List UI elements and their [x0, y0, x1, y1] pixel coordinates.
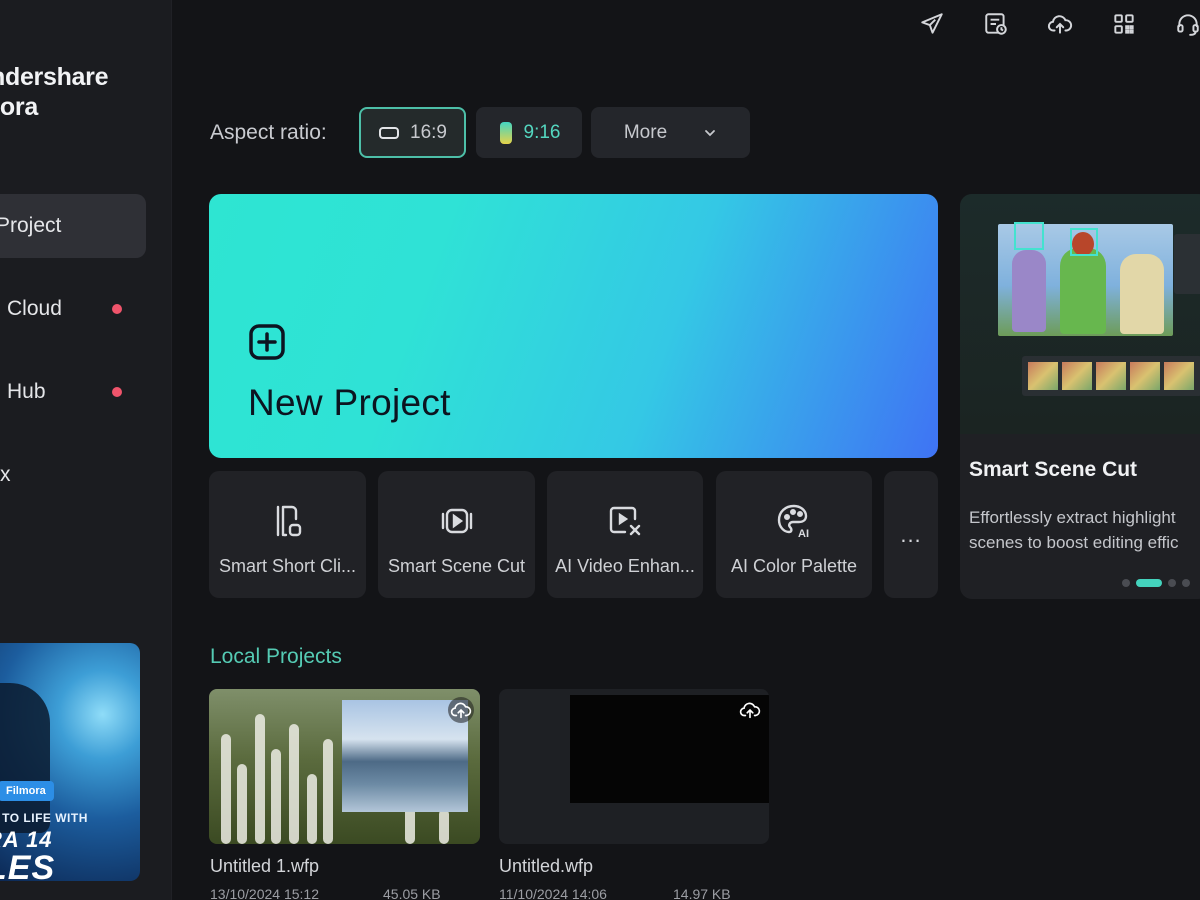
aspect-option-label: More	[623, 121, 668, 143]
local-projects-heading: Local Projects	[210, 645, 342, 668]
more-tools-button[interactable]: ...	[884, 471, 938, 598]
project-thumbnail[interactable]	[499, 689, 769, 844]
apps-grid-icon[interactable]	[1092, 8, 1156, 40]
carousel-indicator	[1122, 579, 1190, 587]
sidebar-item-label: Hub	[7, 380, 46, 403]
feature-description-line: scenes to boost editing effic	[969, 533, 1179, 552]
task-list-icon[interactable]	[964, 8, 1028, 40]
preview-side-panel	[1174, 234, 1200, 294]
sidebar-item-label: Project	[0, 214, 62, 237]
feature-title: Smart Scene Cut	[969, 458, 1138, 481]
new-project-title: New Project	[248, 382, 451, 423]
app-logo-text: ndershare mora	[0, 62, 172, 122]
feature-carousel-card[interactable]: Smart Scene Cut Effortlessly extract hig…	[960, 194, 1200, 599]
landscape-icon	[379, 126, 399, 139]
aspect-16-9-button[interactable]: 16:9	[359, 107, 466, 158]
new-project-card[interactable]: New Project	[209, 194, 938, 458]
brand-line-1: ndershare	[0, 63, 109, 91]
more-horizontal-icon: ...	[900, 521, 922, 547]
project-name[interactable]: Untitled 1.wfp	[210, 856, 319, 877]
preview-timeline-strip	[1022, 356, 1200, 396]
promo-badge: Filmora	[0, 781, 54, 801]
tool-ai-video-enhancer[interactable]: AI Video Enhan...	[547, 471, 703, 598]
project-size: 14.97 KB	[673, 886, 731, 900]
project-thumbnail[interactable]	[209, 689, 480, 844]
add-project-icon	[249, 324, 285, 360]
tool-label: Smart Short Cli...	[218, 556, 357, 576]
carousel-dot[interactable]	[1122, 579, 1130, 587]
project-date: 11/10/2024 14:06	[499, 886, 607, 900]
aspect-9-16-button[interactable]: 9:16	[476, 107, 582, 158]
portrait-icon	[499, 121, 512, 144]
notification-dot	[112, 304, 122, 314]
ai-video-enhancer-icon	[609, 506, 641, 536]
promo-headline-2: LES	[0, 849, 56, 881]
cloud-upload-icon[interactable]	[737, 697, 763, 723]
svg-text:AI: AI	[798, 528, 809, 540]
project-size: 45.05 KB	[383, 886, 441, 900]
tool-ai-color-palette[interactable]: AI AI Color Palette	[716, 471, 872, 598]
sidebar-item-label: x	[0, 463, 11, 486]
preview-video-frame	[998, 222, 1173, 336]
carousel-dot-active[interactable]	[1136, 579, 1162, 587]
project-date: 13/10/2024 15:12	[210, 886, 319, 900]
notification-dot	[112, 387, 122, 397]
tool-label: AI Video Enhan...	[555, 556, 695, 576]
feature-preview-image	[960, 194, 1200, 434]
feature-description-line: Effortlessly extract highlight	[969, 508, 1176, 527]
sidebar-item-hub[interactable]: Hub	[0, 360, 146, 424]
tool-label: AI Color Palette	[730, 556, 858, 576]
sidebar-item-label: Cloud	[7, 297, 62, 320]
ai-color-palette-icon: AI	[777, 504, 809, 540]
aspect-option-label: 16:9	[410, 121, 447, 143]
brand-line-2: mora	[0, 93, 38, 121]
aspect-more-dropdown[interactable]: More	[591, 107, 750, 158]
tool-label: Smart Scene Cut	[387, 556, 526, 576]
smart-short-clip-icon	[276, 505, 301, 537]
sidebar-item-toolbox[interactable]: x	[0, 443, 146, 507]
carousel-dot[interactable]	[1168, 579, 1176, 587]
tool-smart-scene-cut[interactable]: Smart Scene Cut	[378, 471, 535, 598]
sidebar-item-project[interactable]: Project	[0, 194, 146, 258]
headset-icon[interactable]	[1156, 8, 1200, 40]
promo-tagline: Y TO LIFE WITH	[0, 811, 88, 825]
aspect-ratio-label: Aspect ratio:	[210, 121, 327, 144]
cloud-upload-icon[interactable]	[1028, 8, 1092, 40]
sidebar-item-cloud[interactable]: Cloud	[0, 277, 146, 341]
cloud-upload-icon[interactable]	[448, 697, 474, 723]
send-icon[interactable]	[900, 8, 964, 40]
feature-description: Effortlessly extract highlight scenes to…	[969, 505, 1200, 555]
project-name[interactable]: Untitled.wfp	[499, 856, 593, 877]
promo-banner[interactable]: Filmora Y TO LIFE WITH RA 14 LES	[0, 643, 140, 881]
carousel-dot[interactable]	[1182, 579, 1190, 587]
aspect-option-label: 9:16	[523, 121, 561, 143]
smart-scene-cut-icon	[441, 508, 472, 534]
top-toolbar	[900, 8, 1200, 40]
sidebar: ndershare mora Project Cloud Hub x Filmo…	[0, 0, 172, 900]
chevron-down-icon	[705, 129, 716, 136]
tool-smart-short-clip[interactable]: Smart Short Cli...	[209, 471, 366, 598]
